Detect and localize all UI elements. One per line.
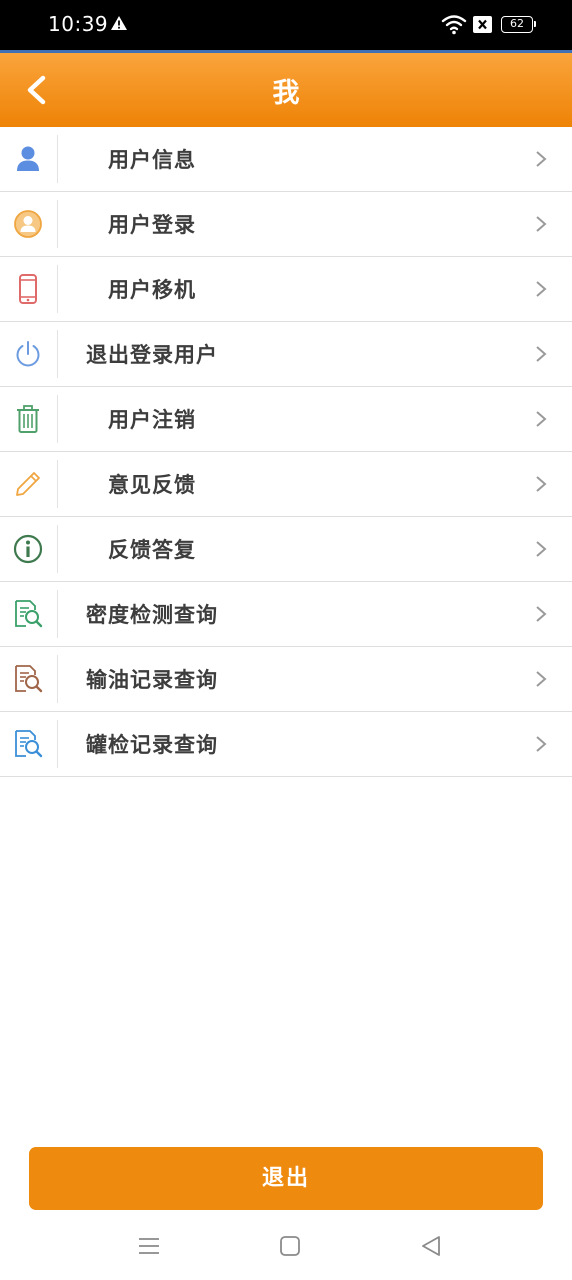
battery-icon: 62: [501, 16, 536, 33]
chevron-right-icon: [536, 411, 547, 427]
chevron-right-icon: [536, 541, 547, 557]
menu-lines-icon[interactable]: [137, 1234, 161, 1258]
menu-item-label: 用户登录: [108, 213, 196, 237]
user-silhouette-icon: [17, 146, 39, 171]
row-divider: [57, 330, 58, 378]
row-divider: [57, 590, 58, 638]
warning-icon: [111, 16, 127, 30]
status-time: 10:39: [48, 12, 109, 36]
power-icon: [16, 341, 40, 367]
menu-item-oil-record-query[interactable]: 输油记录查询: [0, 647, 572, 712]
system-nav-bar: [0, 1220, 572, 1280]
document-search-icon: [15, 665, 43, 693]
pencil-icon: [16, 472, 40, 496]
menu-item-user-cancel[interactable]: 用户注销: [0, 387, 572, 452]
trash-icon: [17, 405, 39, 433]
menu-item-label: 意见反馈: [108, 473, 196, 497]
chevron-right-icon: [536, 671, 547, 687]
info-icon: [13, 534, 43, 564]
page-title: 我: [272, 78, 300, 109]
phone-icon: [19, 274, 37, 304]
menu-list: 用户信息 用户登录 用户移机 退出登录用户 用户注销 意见反馈 反馈答复 密度检…: [0, 127, 572, 777]
menu-item-user-login[interactable]: 用户登录: [0, 192, 572, 257]
battery-level: 62: [510, 17, 524, 30]
menu-item-density-query[interactable]: 密度检测查询: [0, 582, 572, 647]
chevron-right-icon: [536, 476, 547, 492]
chevron-right-icon: [536, 151, 547, 167]
menu-item-label: 退出登录用户: [86, 343, 218, 367]
status-bar: 10:39 62: [0, 0, 572, 50]
chevron-right-icon: [536, 346, 547, 362]
row-divider: [57, 720, 58, 768]
menu-item-label: 用户注销: [108, 408, 196, 432]
menu-item-user-info[interactable]: 用户信息: [0, 127, 572, 192]
row-divider: [57, 655, 58, 703]
row-divider: [57, 460, 58, 508]
menu-item-label: 用户移机: [108, 278, 196, 302]
row-divider: [57, 525, 58, 573]
chevron-right-icon: [536, 606, 547, 622]
menu-item-tank-record-query[interactable]: 罐检记录查询: [0, 712, 572, 777]
home-square-icon[interactable]: [278, 1234, 302, 1258]
title-bar: 我: [0, 53, 572, 127]
x-box-icon: [473, 16, 492, 33]
menu-item-label: 反馈答复: [108, 538, 196, 562]
menu-item-label: 密度检测查询: [86, 603, 218, 627]
document-search-icon: [15, 730, 43, 758]
chevron-right-icon: [536, 216, 547, 232]
row-divider: [57, 200, 58, 248]
back-triangle-icon[interactable]: [419, 1234, 443, 1258]
menu-item-logout-user[interactable]: 退出登录用户: [0, 322, 572, 387]
menu-item-feedback[interactable]: 意见反馈: [0, 452, 572, 517]
logout-button[interactable]: 退出: [29, 1147, 543, 1210]
row-divider: [57, 135, 58, 183]
chevron-right-icon: [536, 281, 547, 297]
menu-item-label: 输油记录查询: [86, 668, 218, 692]
menu-item-user-move[interactable]: 用户移机: [0, 257, 572, 322]
menu-item-feedback-reply[interactable]: 反馈答复: [0, 517, 572, 582]
menu-item-label: 罐检记录查询: [86, 733, 218, 757]
chevron-right-icon: [536, 736, 547, 752]
menu-item-label: 用户信息: [108, 148, 196, 172]
row-divider: [57, 395, 58, 443]
user-circle-icon: [14, 210, 42, 238]
document-search-icon: [15, 600, 43, 628]
row-divider: [57, 265, 58, 313]
wifi-icon: [441, 15, 467, 35]
